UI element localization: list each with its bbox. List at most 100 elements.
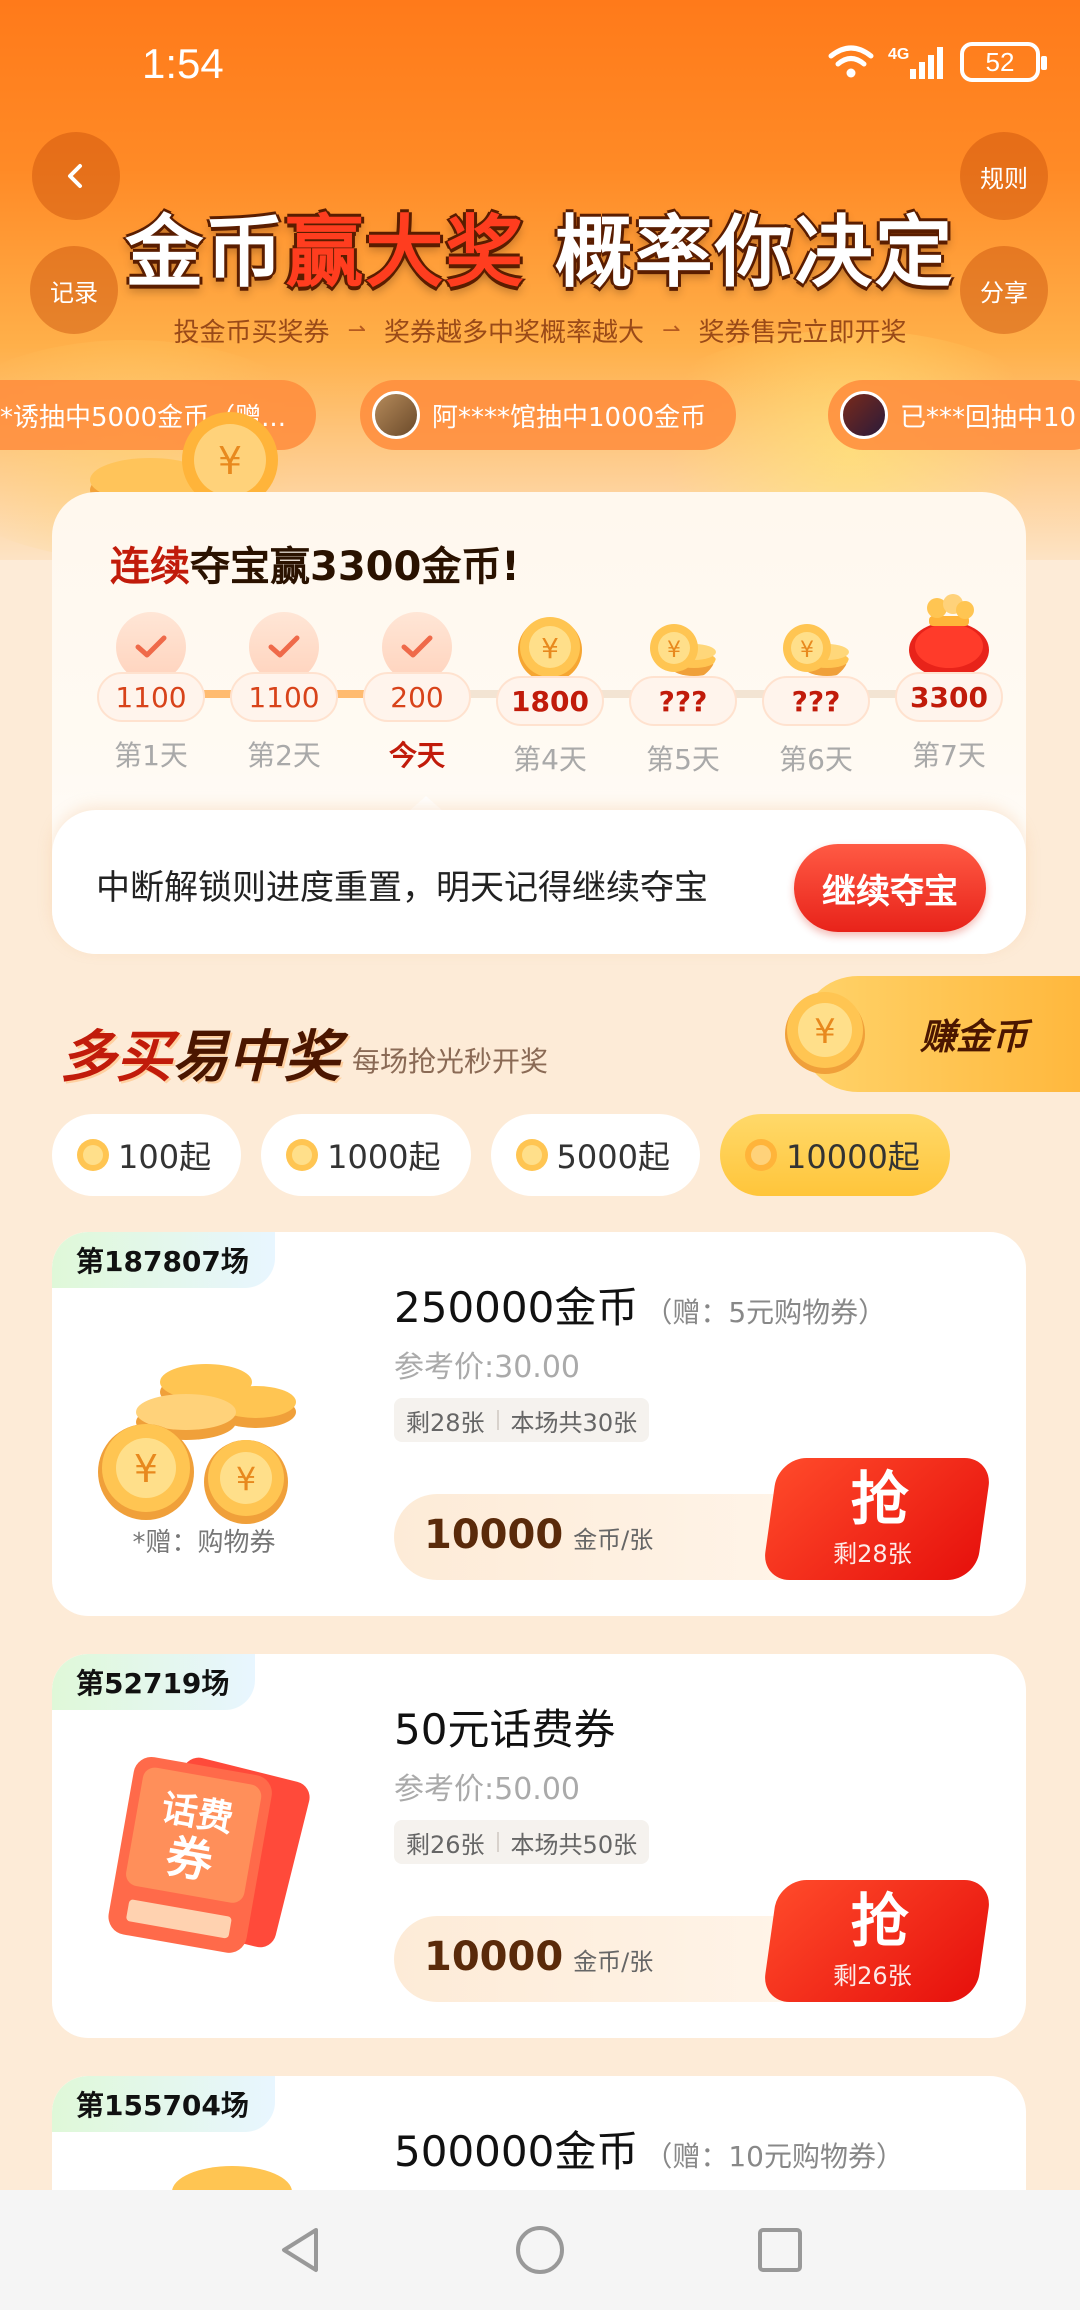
grab-button[interactable]: 抢 剩28张 (761, 1458, 993, 1580)
filter-100[interactable]: 100起 (52, 1114, 242, 1196)
day-label: 第6天 (779, 743, 853, 776)
round-number: 第155704场 (52, 2076, 275, 2132)
nav-home-button[interactable] (510, 2220, 570, 2280)
streak-day-today: 200 今天 (352, 612, 482, 774)
svg-text:¥: ¥ (541, 632, 559, 665)
price-value: 10000 (424, 1512, 564, 1558)
coin-icon (745, 1139, 777, 1171)
streak-title: 连续夺宝赢3300金币! (110, 534, 520, 592)
day-label: 第7天 (912, 739, 986, 772)
nav-back-button[interactable] (270, 2220, 330, 2280)
grab-remaining: 剩28张 (833, 1540, 912, 1568)
product-gift: （赠：10元购物券） (644, 2140, 904, 2173)
grab-remaining: 剩26张 (833, 1962, 912, 1990)
streak-title-highlight: 连续 (110, 544, 190, 590)
day-amount: 1800 (496, 676, 604, 726)
coin-stack-icon: ¥ (783, 624, 849, 676)
section-title-rest: 易中奖 (172, 1025, 340, 1090)
section-subtitle: 每场抢光秒开奖 (352, 1045, 549, 1078)
total-tickets: 本场共50张 (510, 1830, 638, 1859)
day-amount: 3300 (895, 672, 1003, 722)
product-card[interactable]: 第52719场 话费 券 50元话费券 参考价:50.00 剩26张 本场共50… (52, 1654, 1026, 2038)
system-nav-bar (0, 2190, 1080, 2310)
hero-step: 投金币买奖券 (173, 318, 330, 348)
price-bar: 10000 金币/张 (394, 1916, 794, 2002)
divider (496, 1832, 499, 1852)
product-card[interactable]: 第155704场 500000金币 （赠：10元购物券） (52, 2076, 1026, 2190)
hero-title: 金币赢大奖 概率你决定 (0, 190, 1080, 302)
remaining-tickets: 剩28张 (406, 1408, 485, 1437)
avatar (840, 391, 888, 439)
product-title: 50元话费券 (394, 1705, 616, 1754)
day-amount: 200 (363, 672, 471, 722)
streak-title-rest: 夺宝赢3300金币! (190, 544, 520, 590)
hero-title-part: 概率你决定 (554, 208, 955, 298)
price-filter-tabs: 100起 1000起 5000起 10000起 (52, 1114, 950, 1196)
triangle-back-icon (282, 2228, 318, 2272)
filter-label: 1000起 (327, 1138, 441, 1176)
filter-1000[interactable]: 1000起 (261, 1114, 471, 1196)
day-amount: ??? (629, 676, 737, 726)
ticker-text: 阿****馆抽中1000金币 (432, 402, 707, 433)
round-number: 第187807场 (52, 1232, 275, 1288)
status-bar: 1:54 4G 52 (0, 0, 1080, 120)
grab-button[interactable]: 抢 剩26张 (761, 1880, 993, 2002)
status-icons: 4G 52 (828, 42, 1047, 82)
day-label: 今天 (388, 739, 445, 772)
grab-label: 抢 (850, 1465, 909, 1533)
coin-icon (515, 1139, 548, 1171)
day-label: 第4天 (513, 743, 587, 776)
day-label: 第2天 (247, 739, 321, 772)
price-value: 10000 (424, 1934, 564, 1980)
stock-info: 剩28张 本场共30张 (394, 1398, 650, 1442)
day-label: 第5天 (646, 743, 720, 776)
reference-price: 参考价:30.00 (394, 1350, 580, 1385)
product-name: 500000金币 （赠：10元购物券） (394, 2118, 904, 2179)
streak-day: ¥ ??? 第6天 (751, 612, 881, 778)
filter-5000[interactable]: 5000起 (490, 1114, 700, 1196)
svg-text:¥: ¥ (667, 638, 681, 663)
coin-icon (286, 1139, 319, 1171)
product-name: 250000金币 （赠：5元购物券） (394, 1274, 886, 1335)
circle-home-icon (516, 2226, 564, 2274)
svg-text:¥: ¥ (236, 1460, 256, 1498)
day-amount: 1100 (97, 672, 205, 722)
battery-indicator: 52 (960, 42, 1047, 82)
streak-day: 1100 第1天 (86, 612, 216, 774)
streak-day: ¥ 1800 第4天 (485, 612, 615, 778)
ticker-item: 阿****馆抽中1000金币 (360, 380, 737, 450)
avatar (372, 391, 420, 439)
phone-voucher-icon: 话费 券 (108, 1756, 310, 1953)
streak-day: 1100 第2天 (219, 612, 349, 774)
section-title-highlight: 多买 (60, 1025, 172, 1090)
coin-icon (77, 1139, 109, 1171)
day-amount: 1100 (230, 672, 338, 722)
product-card[interactable]: 第187807场 ¥ ¥ *赠：购物券 250000金币 （赠：5元购物券） 参考… (52, 1232, 1026, 1616)
continue-treasure-button[interactable]: 继续夺宝 (794, 844, 986, 932)
svg-text:¥: ¥ (814, 1012, 836, 1052)
section-title: 多买易中奖 (60, 1012, 340, 1093)
stock-info: 剩26张 本场共50张 (394, 1820, 650, 1864)
hero-title-highlight: 赢大奖 (285, 208, 526, 298)
nav-recents-button[interactable] (750, 2220, 810, 2280)
hero-title-part: 金币 (125, 208, 286, 298)
hero-step: 奖券售完立即开奖 (698, 318, 907, 348)
chevron-left-icon (68, 164, 82, 188)
signal-icon: 4G (888, 46, 943, 79)
divider (496, 1410, 499, 1430)
square-recents-icon (758, 2228, 802, 2272)
filter-label: 5000起 (556, 1138, 670, 1176)
filter-label: 10000起 (786, 1138, 920, 1176)
price-unit: 金币/张 (573, 1948, 654, 1976)
filter-10000[interactable]: 10000起 (720, 1114, 950, 1196)
earn-coins-label: 赚金币 (920, 1017, 1029, 1058)
svg-text:¥: ¥ (218, 439, 242, 483)
streak-tip-text: 中断解锁则进度重置，明天记得继续夺宝 (96, 868, 708, 908)
grab-label: 抢 (850, 1887, 909, 1955)
price-bar: 10000 金币/张 (394, 1494, 794, 1580)
product-gift: （赠：5元购物券） (644, 1296, 887, 1329)
remaining-tickets: 剩26张 (406, 1830, 485, 1859)
streak-day: 3300 第7天 (884, 594, 1014, 774)
price-unit: 金币/张 (573, 1526, 654, 1554)
day-amount: ??? (762, 676, 870, 726)
